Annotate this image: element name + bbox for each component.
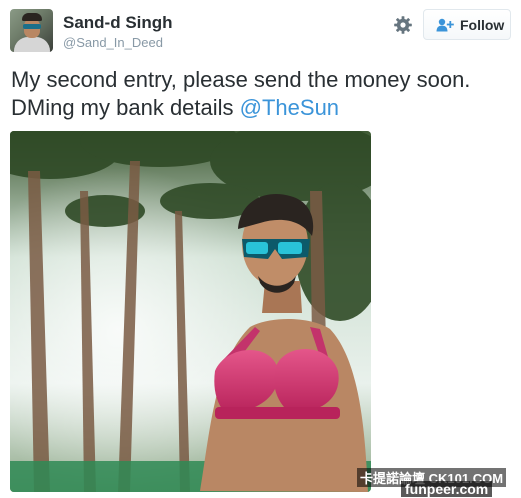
tweet-photo[interactable] — [10, 131, 371, 492]
avatar-sunglasses — [23, 24, 41, 29]
avatar-torso — [14, 37, 50, 52]
author-name[interactable]: Sand-d Singh — [63, 13, 173, 33]
avatar-hair — [22, 13, 42, 21]
photo-image — [10, 131, 371, 492]
tweet-text-line2: DMing my bank details @TheSun — [11, 94, 516, 122]
avatar[interactable] — [10, 9, 53, 52]
gear-icon[interactable] — [393, 15, 413, 35]
add-user-icon — [436, 18, 454, 32]
author-handle[interactable]: @Sand_In_Deed — [63, 35, 163, 50]
mention-link[interactable]: @TheSun — [240, 95, 339, 120]
tweet-text: My second entry, please send the money s… — [11, 66, 516, 122]
watermark-funpeer: funpeer.com — [401, 481, 493, 497]
tweet-header: Sand-d Singh @Sand_In_Deed Follow — [0, 0, 521, 60]
tweet-text-line1: My second entry, please send the money s… — [11, 67, 471, 92]
follow-label: Follow — [460, 17, 505, 33]
tweet-text-prefix: DMing my bank details — [11, 95, 240, 120]
follow-button[interactable]: Follow — [423, 9, 511, 40]
